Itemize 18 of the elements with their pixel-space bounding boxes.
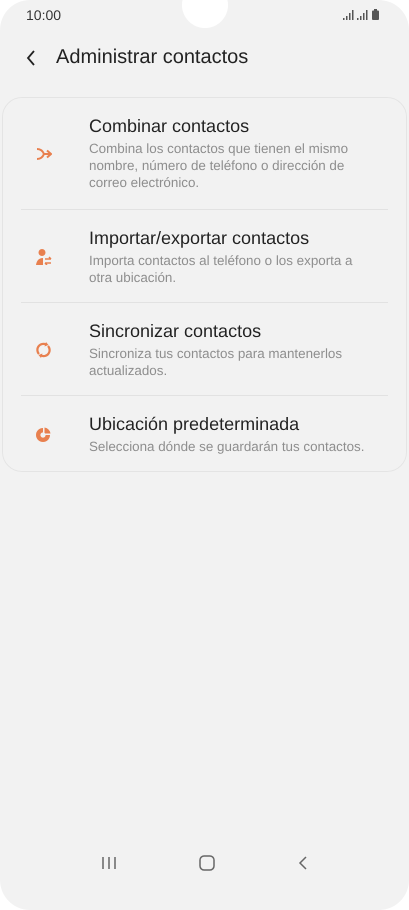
page-title: Administrar contactos <box>56 46 248 69</box>
item-title[interactable]: Importar/exportar contactos <box>89 228 374 249</box>
pie-chart-icon <box>35 426 52 442</box>
home-icon[interactable] <box>199 855 216 871</box>
item-title[interactable]: Combinar contactos <box>89 116 374 137</box>
person-arrows-icon <box>35 249 52 265</box>
recent-apps-icon[interactable] <box>101 856 118 870</box>
item-description: Importa contactos al teléfono o los exporta a otra ubicación. <box>89 252 354 286</box>
item-title[interactable]: Sincronizar contactos <box>89 321 374 342</box>
merge-arrow-icon <box>35 146 52 162</box>
item-title[interactable]: Ubicación predeterminada <box>89 414 374 435</box>
sync-icon <box>35 342 52 358</box>
signal-battery-icon <box>343 9 381 21</box>
item-description: Selecciona dónde se guardarán tus contactos. <box>89 438 366 455</box>
item-description: Sincroniza tus contactos para mantenerlos actualizados. <box>89 345 344 379</box>
item-description: Combina los contactos que tienen el mismo nombre, número de teléfono o dirección de correo electrónico. <box>89 140 350 191</box>
status-time: 10:00 <box>26 7 62 23</box>
back-icon[interactable] <box>26 50 36 66</box>
